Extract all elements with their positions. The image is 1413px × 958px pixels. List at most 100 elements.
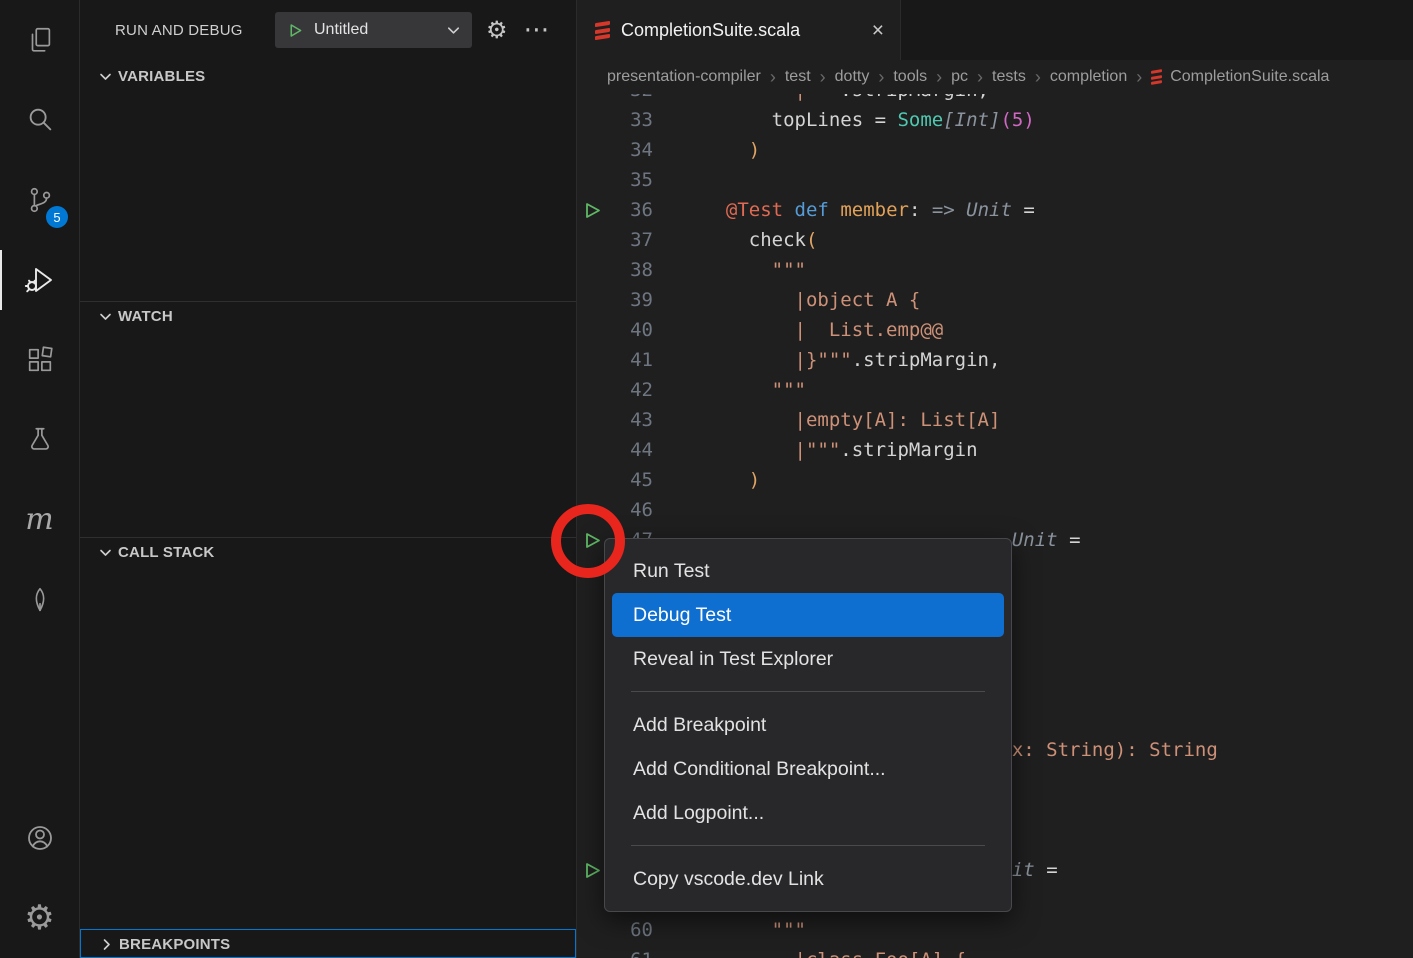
breadcrumb-separator-icon: › <box>878 67 884 88</box>
section-header-watch[interactable]: WATCH <box>80 302 576 331</box>
chevron-right-icon <box>98 936 115 953</box>
breadcrumb-separator-icon: › <box>1035 67 1041 88</box>
code-line-39: 39 |object A { <box>577 285 1413 315</box>
section-header-call-stack[interactable]: CALL STACK <box>80 538 576 567</box>
close-tab-icon[interactable]: × <box>868 20 888 41</box>
breadcrumb-item[interactable]: CompletionSuite.scala <box>1170 68 1329 86</box>
gutter <box>577 375 607 405</box>
metals-icon[interactable]: m <box>0 480 79 560</box>
gutter <box>577 165 607 195</box>
source-control-badge: 5 <box>46 206 68 228</box>
code-line-38: 38 """ <box>577 255 1413 285</box>
code-line-33: 33 topLines = Some[Int](5) <box>577 105 1413 135</box>
explorer-icon[interactable] <box>0 0 79 80</box>
source-control-icon[interactable]: 5 <box>0 160 79 240</box>
gutter <box>577 285 607 315</box>
breadcrumb-item[interactable]: completion <box>1050 68 1127 86</box>
code-line-36: 36 @Test def member: => Unit = <box>577 195 1413 225</box>
gutter <box>577 945 607 958</box>
code-text: @Test def member: => Unit = <box>653 195 1035 225</box>
section-label: VARIABLES <box>118 68 205 85</box>
section-label: WATCH <box>118 308 173 325</box>
search-icon[interactable] <box>0 80 79 160</box>
menu-separator <box>631 845 985 846</box>
run-and-debug-icon[interactable] <box>0 240 79 320</box>
gutter <box>577 405 607 435</box>
mongodb-icon[interactable] <box>0 560 79 640</box>
menu-item-reveal-in-test-explorer[interactable]: Reveal in Test Explorer <box>612 637 1004 681</box>
chevron-down-icon <box>97 308 114 325</box>
code-text <box>653 495 703 525</box>
gutter <box>577 645 607 675</box>
section-variables: VARIABLES <box>80 62 576 91</box>
code-line-43: 43 |empty[A]: List[A] <box>577 405 1413 435</box>
gutter <box>577 765 607 795</box>
breadcrumb: presentation-compiler › test › dotty › tools › p… <box>577 60 1413 94</box>
run-and-debug-sidebar: RUN AND DEBUG Untitled ⚙ ⋯ VARIABLES <box>80 0 577 958</box>
gutter <box>577 435 607 465</box>
line-number: 37 <box>607 225 653 255</box>
menu-separator <box>631 691 985 692</box>
gutter <box>577 255 607 285</box>
code-text: |empty[A]: List[A] <box>653 405 1000 435</box>
run-test-gutter-icon[interactable] <box>577 195 607 225</box>
gutter <box>577 135 607 165</box>
menu-item-add-breakpoint[interactable]: Add Breakpoint <box>612 703 1004 747</box>
menu-item-run-test[interactable]: Run Test <box>612 549 1004 593</box>
gutter <box>577 825 607 855</box>
more-actions-icon[interactable]: ⋯ <box>524 17 551 43</box>
code-text: |class Foo[A] { <box>653 945 966 958</box>
breadcrumb-separator-icon: › <box>770 67 776 88</box>
section-header-variables[interactable]: VARIABLES <box>80 62 576 91</box>
sidebar-toolbar: RUN AND DEBUG Untitled ⚙ ⋯ <box>80 0 576 60</box>
breadcrumb-item[interactable]: test <box>785 68 811 86</box>
gutter <box>577 795 607 825</box>
code-line-42: 42 """ <box>577 375 1413 405</box>
line-number: 43 <box>607 405 653 435</box>
breadcrumb-separator-icon: › <box>820 67 826 88</box>
code-line-61: 61 |class Foo[A] { <box>577 945 1413 958</box>
gutter <box>577 105 607 135</box>
launch-config-label: Untitled <box>314 21 445 39</box>
accounts-icon[interactable] <box>0 798 79 878</box>
launch-config-dropdown[interactable]: Untitled <box>275 12 472 48</box>
gutter <box>577 225 607 255</box>
section-header-breakpoints[interactable]: BREAKPOINTS <box>81 930 575 958</box>
settings-gear-icon[interactable]: ⚙ <box>0 878 79 958</box>
code-line-41: 41 |}""".stripMargin, <box>577 345 1413 375</box>
code-text: ) <box>653 465 760 495</box>
start-debugging-icon[interactable] <box>287 22 304 39</box>
code-text: """ <box>653 375 806 405</box>
code-text: ) <box>653 135 760 165</box>
breadcrumb-item[interactable]: tests <box>992 68 1026 86</box>
menu-item-debug-test[interactable]: Debug Test <box>612 593 1004 637</box>
breadcrumb-item[interactable]: dotty <box>835 68 870 86</box>
tab-completionsuite-scala[interactable]: CompletionSuite.scala × <box>577 0 901 60</box>
code-line-40: 40 | List.emp@@ <box>577 315 1413 345</box>
gutter <box>577 94 607 105</box>
line-number: 44 <box>607 435 653 465</box>
line-number: 33 <box>607 105 653 135</box>
breadcrumb-item[interactable]: presentation-compiler <box>607 68 761 86</box>
line-number: 32 <box>607 94 653 105</box>
gutter <box>577 675 607 705</box>
extensions-icon[interactable] <box>0 320 79 400</box>
configure-gear-icon[interactable]: ⚙ <box>486 18 508 42</box>
line-number: 35 <box>607 165 653 195</box>
menu-item-add-logpoint[interactable]: Add Logpoint... <box>612 791 1004 835</box>
menu-item-add-conditional-breakpoint[interactable]: Add Conditional Breakpoint... <box>612 747 1004 791</box>
code-line-34: 34 ) <box>577 135 1413 165</box>
line-number: 61 <box>607 945 653 958</box>
tab-label: CompletionSuite.scala <box>621 20 857 41</box>
chevron-down-icon <box>97 68 114 85</box>
menu-item-copy-vscode-dev-link[interactable]: Copy vscode.dev Link <box>612 857 1004 901</box>
section-watch: WATCH <box>80 301 576 331</box>
breadcrumb-item[interactable]: tools <box>893 68 927 86</box>
breadcrumb-item[interactable]: pc <box>951 68 968 86</box>
run-test-gutter-icon[interactable] <box>577 855 607 885</box>
testing-icon[interactable] <box>0 400 79 480</box>
metals-m-glyph: m <box>25 505 53 535</box>
gutter <box>577 345 607 375</box>
scala-file-icon <box>595 20 610 39</box>
code-text: |""".stripMargin <box>653 435 978 465</box>
